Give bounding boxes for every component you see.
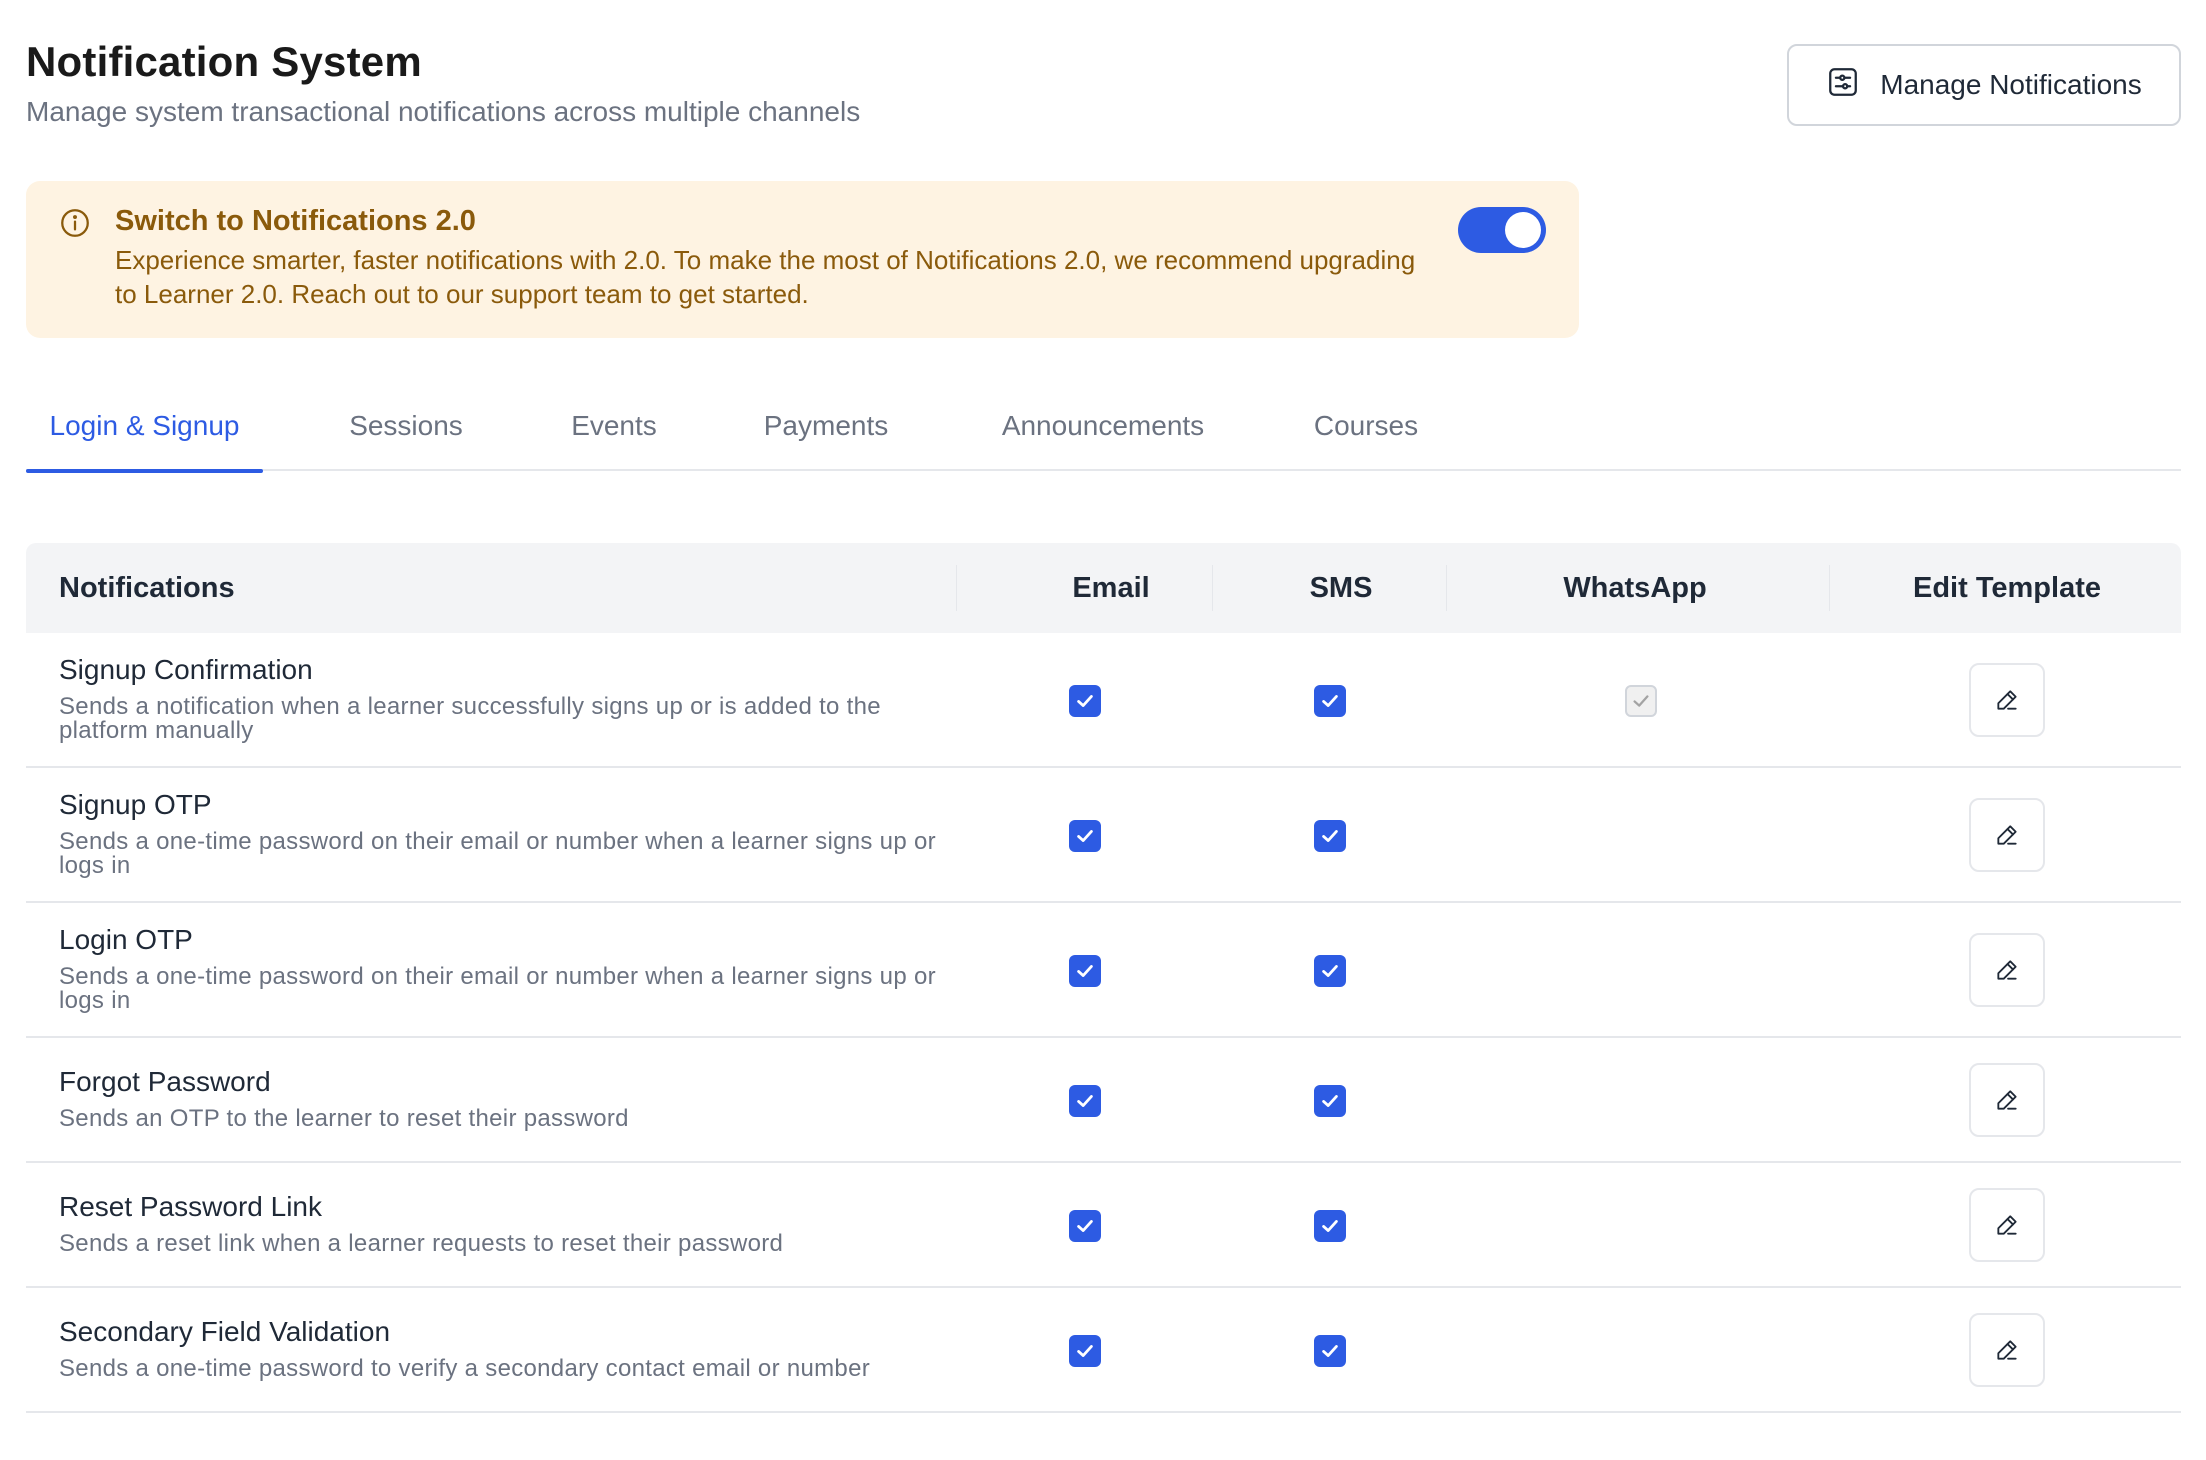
checkmark-icon (1322, 695, 1338, 707)
checkmark-icon (1077, 830, 1093, 842)
edit-template-button[interactable] (1969, 798, 2045, 872)
column-header-whatsapp: WhatsApp (1563, 572, 1707, 604)
notifications-2-banner: Switch to Notifications 2.0 Experience s… (26, 181, 1579, 338)
page-title: Notification System (26, 38, 422, 85)
checkmark-icon (1322, 830, 1338, 842)
column-header-edit-template: Edit Template (1913, 572, 2101, 604)
edit-template-button[interactable] (1969, 1063, 2045, 1137)
checkmark-icon (1322, 1095, 1338, 1107)
sms-checkbox[interactable] (1314, 820, 1346, 852)
checkmark-icon (1077, 1345, 1093, 1357)
row-title: Signup Confirmation (59, 654, 313, 685)
column-divider (1446, 565, 1447, 611)
page-subtitle: Manage system transactional notification… (26, 96, 861, 127)
pencil-icon (1997, 960, 2017, 980)
checkmark-icon (1077, 1220, 1093, 1232)
info-circle-icon (58, 206, 92, 240)
table-row: Forgot Password Sends an OTP to the lear… (26, 1038, 2181, 1163)
tab-sessions[interactable]: Sessions (336, 396, 476, 471)
page-header: Notification System Manage system transa… (26, 36, 860, 130)
tab-payments[interactable]: Payments (751, 396, 901, 471)
tab-login-signup[interactable]: Login & Signup (26, 396, 263, 473)
checkmark-icon (1077, 1095, 1093, 1107)
sms-checkbox[interactable] (1314, 1085, 1346, 1117)
table-header: Notifications Email SMS WhatsApp Edit Te… (26, 543, 2181, 633)
email-checkbox[interactable] (1069, 820, 1101, 852)
sliders-settings-icon (1826, 65, 1860, 106)
row-description: Sends a one-time password to verify a se… (59, 1355, 871, 1382)
banner-title: Switch to Notifications 2.0 (115, 205, 476, 237)
whatsapp-checkbox-disabled (1625, 685, 1657, 717)
category-tabs: Login & Signup Sessions Events Payments … (26, 396, 2181, 473)
edit-template-button[interactable] (1969, 1313, 2045, 1387)
tab-courses[interactable]: Courses (1301, 396, 1431, 471)
column-header-sms: SMS (1309, 572, 1373, 604)
sms-checkbox[interactable] (1314, 685, 1346, 717)
row-title: Login OTP (59, 924, 193, 955)
row-description: Sends an OTP to the learner to reset the… (59, 1105, 629, 1132)
banner-text: Experience smarter, faster notifications… (115, 245, 1416, 309)
row-title: Reset Password Link (59, 1191, 323, 1222)
edit-template-button[interactable] (1969, 663, 2045, 737)
email-checkbox[interactable] (1069, 685, 1101, 717)
checkmark-icon (1633, 695, 1649, 707)
pencil-icon (1997, 1090, 2017, 1110)
row-description: Sends a one-time password on their email… (59, 963, 936, 1014)
edit-template-button[interactable] (1969, 1188, 2045, 1262)
sms-checkbox[interactable] (1314, 955, 1346, 987)
checkmark-icon (1077, 965, 1093, 977)
edit-template-button[interactable] (1969, 933, 2045, 1007)
checkmark-icon (1322, 1345, 1338, 1357)
row-title: Signup OTP (59, 789, 212, 820)
manage-notifications-label: Manage Notifications (1880, 69, 2142, 100)
column-divider (1212, 565, 1213, 611)
row-description: Sends a notification when a learner succ… (59, 693, 881, 744)
column-header-email: Email (1072, 572, 1150, 604)
row-description: Sends a one-time password on their email… (59, 828, 936, 879)
tab-events[interactable]: Events (554, 396, 674, 471)
column-divider (1829, 565, 1830, 611)
email-checkbox[interactable] (1069, 1085, 1101, 1117)
sms-checkbox[interactable] (1314, 1210, 1346, 1242)
tab-announcements[interactable]: Announcements (983, 396, 1223, 471)
column-divider (956, 565, 957, 611)
table-row: Signup Confirmation Sends a notification… (26, 633, 2181, 768)
checkmark-icon (1322, 1220, 1338, 1232)
row-title: Forgot Password (59, 1066, 271, 1097)
table-row: Reset Password Link Sends a reset link w… (26, 1163, 2181, 1288)
notifications-2-toggle[interactable] (1458, 207, 1546, 253)
pencil-icon (1997, 690, 2017, 710)
row-description: Sends a reset link when a learner reques… (59, 1230, 784, 1257)
email-checkbox[interactable] (1069, 955, 1101, 987)
email-checkbox[interactable] (1069, 1335, 1101, 1367)
column-header-notifications: Notifications (59, 572, 235, 604)
checkmark-icon (1322, 965, 1338, 977)
row-title: Secondary Field Validation (59, 1316, 391, 1347)
table-row: Secondary Field Validation Sends a one-t… (26, 1288, 2181, 1413)
pencil-icon (1997, 1340, 2017, 1360)
checkmark-icon (1077, 695, 1093, 707)
table-row: Signup OTP Sends a one-time password on … (26, 768, 2181, 903)
toggle-knob (1505, 212, 1541, 248)
sms-checkbox[interactable] (1314, 1335, 1346, 1367)
pencil-icon (1997, 825, 2017, 845)
manage-notifications-button[interactable]: Manage Notifications (1787, 44, 2181, 126)
pencil-icon (1997, 1215, 2017, 1235)
notifications-table: Notifications Email SMS WhatsApp Edit Te… (26, 543, 2181, 1413)
table-row: Login OTP Sends a one-time password on t… (26, 903, 2181, 1038)
email-checkbox[interactable] (1069, 1210, 1101, 1242)
